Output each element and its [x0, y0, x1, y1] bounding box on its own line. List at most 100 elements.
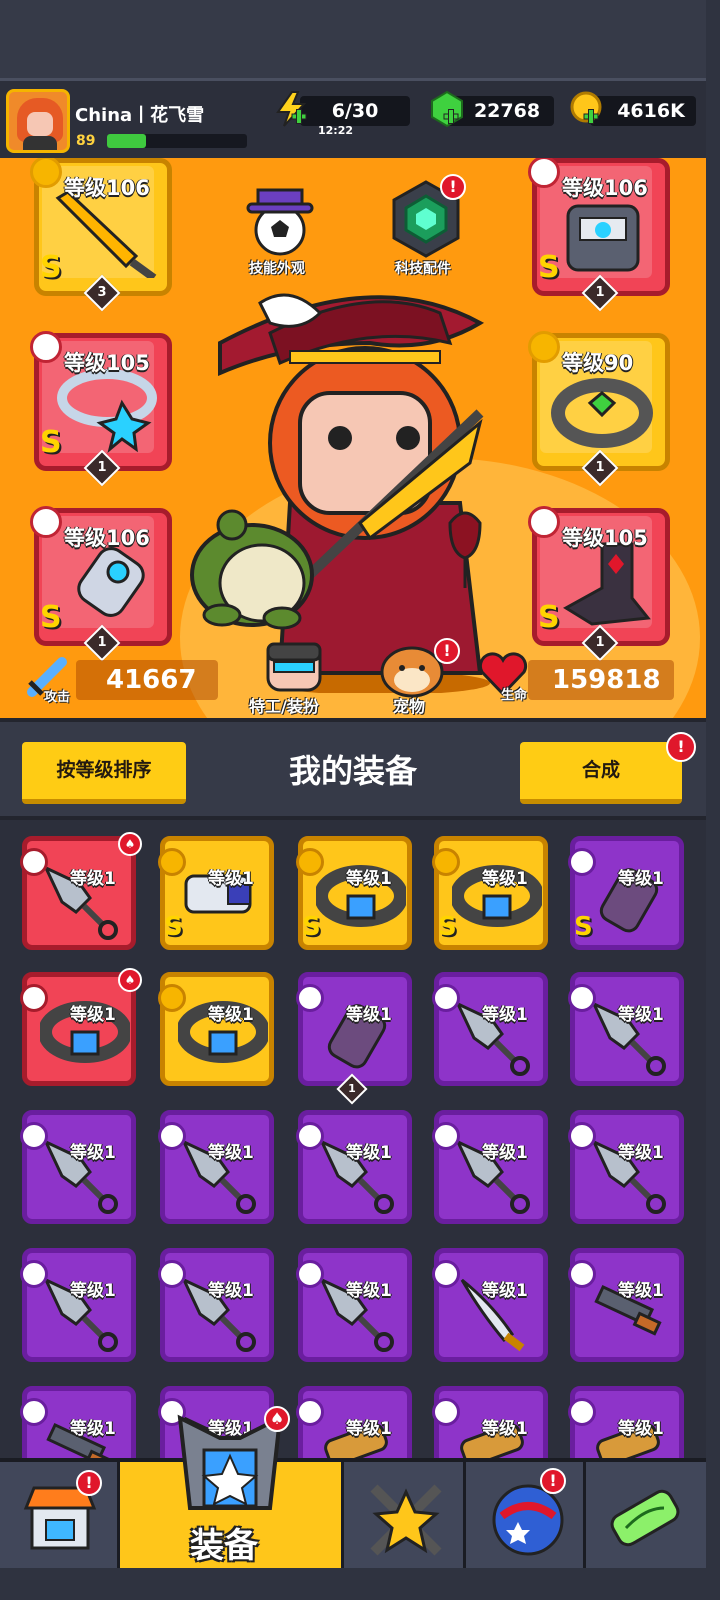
- item-level: 等级1: [482, 869, 528, 889]
- item-level: 等级1: [70, 1143, 116, 1163]
- merge-button[interactable]: 合成: [520, 742, 682, 804]
- merge-alert-badge: !: [666, 732, 696, 762]
- item-grade: S: [164, 912, 183, 942]
- inventory-item[interactable]: 等级1: [432, 1110, 548, 1224]
- item-level: 等级1: [346, 1143, 392, 1163]
- item-type-icon: [568, 848, 596, 876]
- item-level: 等级1: [618, 1281, 664, 1301]
- item-type-icon: [296, 1260, 324, 1288]
- player-avatar[interactable]: [6, 89, 70, 153]
- item-type-icon: [158, 848, 186, 876]
- nav-shop[interactable]: [0, 1462, 120, 1568]
- item-type-icon: [20, 984, 48, 1012]
- equip-slot-weapon[interactable]: 等级106 S 3: [30, 158, 172, 312]
- item-level: 等级1: [346, 1281, 392, 1301]
- football-hat-icon[interactable]: [244, 178, 316, 258]
- equipment-alert-badge: ♠: [264, 1406, 290, 1432]
- item-level: 等级1: [346, 1419, 392, 1439]
- item-level: 等级1: [482, 1143, 528, 1163]
- equip-slot-boots[interactable]: 等级105 S 1: [528, 506, 670, 662]
- inventory-item[interactable]: 等级1: [296, 1110, 412, 1224]
- gloves-type-icon: [30, 506, 62, 538]
- new-item-badge: ♠: [118, 968, 142, 992]
- inventory-item[interactable]: 等级1: [296, 972, 412, 1086]
- item-grade: S: [302, 912, 321, 942]
- inventory-item[interactable]: 等级1: [432, 972, 548, 1086]
- coin-icon[interactable]: [568, 90, 606, 128]
- item-type-icon: [296, 984, 324, 1012]
- xp-bar: [107, 134, 247, 148]
- inventory-item[interactable]: 等级1: [432, 1248, 548, 1362]
- item-level: 等级1: [70, 869, 116, 889]
- inventory-item[interactable]: 等级1: [20, 1248, 136, 1362]
- item-type-icon: [20, 1398, 48, 1426]
- energy-counter[interactable]: 6/30: [300, 96, 410, 126]
- item-type-icon: [158, 1122, 186, 1150]
- inventory-item[interactable]: 等级1: [296, 1386, 412, 1460]
- inventory-item[interactable]: 等级1: [158, 1248, 274, 1362]
- item-level: 等级1: [70, 1005, 116, 1025]
- nav-equipment-label: 装备: [190, 1526, 258, 1566]
- nav-talent[interactable]: [466, 1462, 586, 1568]
- item-type-icon: [432, 1260, 460, 1288]
- new-item-badge: ♠: [118, 832, 142, 856]
- item-type-icon: [20, 1260, 48, 1288]
- inventory-item[interactable]: 等级1: [296, 1248, 412, 1362]
- hp-value: 159818: [528, 660, 674, 700]
- inventory-item[interactable]: 等级1: [568, 972, 684, 1086]
- inventory-item[interactable]: 等级1: [20, 1386, 136, 1460]
- player-name: China丨花飞雪: [75, 105, 205, 126]
- nav-gene[interactable]: [586, 1462, 706, 1568]
- equip-slot-gloves[interactable]: 等级106 S 1: [30, 506, 172, 662]
- ring-type-icon: [528, 331, 560, 363]
- ring-icon: [551, 378, 653, 448]
- inventory-item[interactable]: 等级1: [158, 1110, 274, 1224]
- equip-slot-necklace[interactable]: 等级105 S 1: [30, 331, 172, 487]
- item-level: 等级1: [70, 1281, 116, 1301]
- boots-type-icon: [528, 506, 560, 538]
- boot-icon: [563, 542, 651, 626]
- energy-icon[interactable]: [272, 90, 310, 128]
- inventory-item[interactable]: 等级1 S: [568, 836, 684, 950]
- inventory-item[interactable]: 等级1: [20, 972, 136, 1086]
- equip-slot-armor[interactable]: 等级106 S 1: [528, 158, 670, 312]
- item-type-icon: [20, 848, 48, 876]
- agent-label: 特工/装扮: [249, 697, 319, 716]
- necklace-type-icon: [30, 331, 62, 363]
- item-level: 等级1: [346, 1005, 392, 1025]
- item-level: 等级1: [618, 1143, 664, 1163]
- item-level: 等级1: [70, 1419, 116, 1439]
- inventory-item[interactable]: 等级1: [568, 1248, 684, 1362]
- inventory-item[interactable]: 等级1 S: [158, 836, 274, 950]
- item-type-icon: [158, 1260, 186, 1288]
- inventory-item[interactable]: 等级1: [568, 1386, 684, 1460]
- inventory-item[interactable]: 等级1: [432, 1386, 548, 1460]
- inventory-item[interactable]: 等级1: [20, 1110, 136, 1224]
- item-type-icon: [296, 1398, 324, 1426]
- agent-icon[interactable]: [262, 638, 326, 694]
- tech-alert-badge: !: [440, 174, 466, 200]
- item-type-icon: [296, 848, 324, 876]
- pet-label: 宠物: [393, 697, 426, 716]
- inventory-item[interactable]: 等级1: [158, 972, 274, 1086]
- gem-icon[interactable]: [428, 90, 466, 128]
- inventory-item[interactable]: 等级1 S: [296, 836, 412, 950]
- inventory-item[interactable]: 等级1: [568, 1110, 684, 1224]
- equip-slot-ring[interactable]: 等级90 1: [528, 331, 670, 487]
- sort-button[interactable]: 按等级排序: [22, 742, 186, 804]
- item-type-icon: [296, 1122, 324, 1150]
- pet-alert-badge: !: [434, 638, 460, 664]
- battle-star-icon: [370, 1484, 442, 1556]
- item-level: 等级1: [618, 869, 664, 889]
- inventory-item[interactable]: 等级1 S: [432, 836, 548, 950]
- item-level: 等级1: [346, 869, 392, 889]
- inventory-item[interactable]: 等级1: [20, 836, 136, 950]
- pet-frog: [190, 509, 314, 630]
- item-type-icon: [432, 1122, 460, 1150]
- item-type-icon: [158, 984, 186, 1012]
- item-type-icon: [568, 1398, 596, 1426]
- equipment-title: 我的装备: [288, 752, 417, 790]
- item-level: 等级1: [618, 1419, 664, 1439]
- nav-battle[interactable]: [344, 1462, 466, 1568]
- hp-label: 生命: [501, 688, 528, 703]
